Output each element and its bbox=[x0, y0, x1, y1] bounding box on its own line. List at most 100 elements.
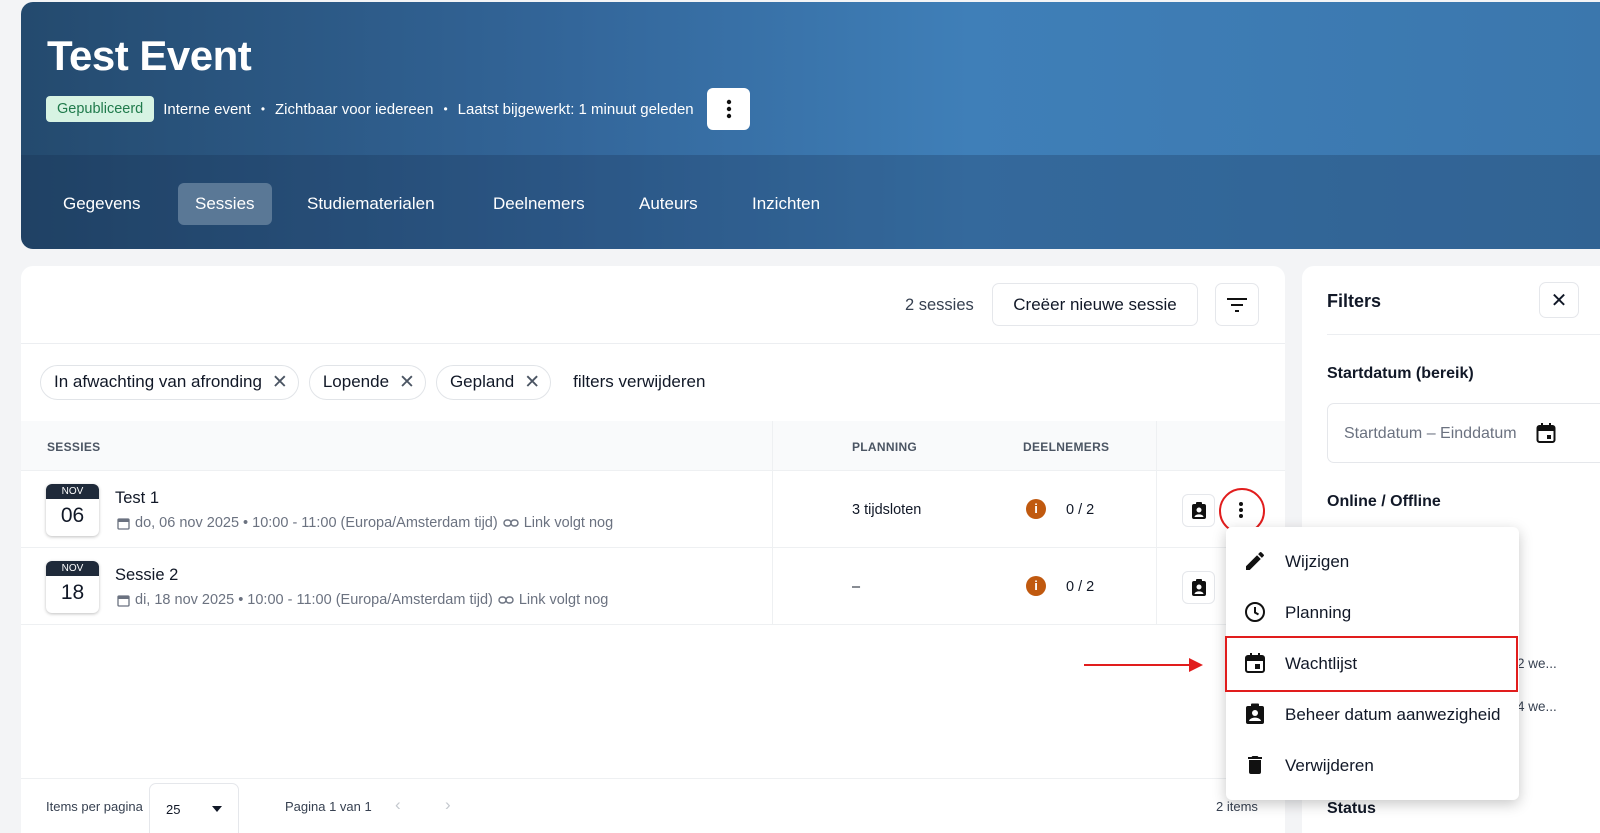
table-header: SESSIES PLANNING DEELNEMERS bbox=[21, 421, 1285, 471]
session-datetime: di, 18 nov 2025 • 10:00 - 11:00 (Europa/… bbox=[135, 592, 493, 608]
chip-label: Gepland bbox=[449, 372, 515, 391]
meta-audience: Zichtbaar voor iedereen bbox=[275, 100, 434, 118]
event-more-button[interactable] bbox=[707, 88, 750, 130]
filter-icon bbox=[1227, 297, 1247, 312]
tab-auteurs[interactable]: Auteurs bbox=[622, 183, 715, 225]
calendar-icon[interactable] bbox=[1536, 422, 1556, 444]
close-icon[interactable]: ✕ bbox=[399, 373, 415, 392]
total-items: 2 items bbox=[1216, 799, 1258, 814]
menu-item-label: Beheer datum aanwezigheid bbox=[1285, 705, 1501, 724]
start-date-label: Startdatum (bereik) bbox=[1327, 365, 1474, 382]
annotation-arrow-head bbox=[1189, 658, 1203, 672]
table-row[interactable]: NOV 18 Sessie 2 di, 18 nov 2025 • 10:00 … bbox=[21, 548, 1285, 625]
chip-scheduled: Gepland ✕ bbox=[435, 364, 552, 400]
close-icon: ✕ bbox=[1550, 289, 1568, 312]
tab-sessies[interactable]: Sessies bbox=[178, 183, 272, 225]
meta-separator: • bbox=[443, 102, 448, 116]
next-page-button[interactable]: › bbox=[445, 795, 451, 815]
header-participants: DEELNEMERS bbox=[1023, 440, 1110, 454]
prev-page-button[interactable]: ‹ bbox=[395, 795, 401, 815]
chip-label: In afwachting van afronding bbox=[54, 372, 262, 391]
sessions-toolbar: 2 sessies Creëer nieuwe sessie bbox=[21, 266, 1285, 344]
table-row[interactable]: NOV 06 Test 1 do, 06 nov 2025 • 10:00 - … bbox=[21, 471, 1285, 548]
session-link: Link volgt nog bbox=[518, 592, 609, 608]
session-datetime: do, 06 nov 2025 • 10:00 - 11:00 (Europa/… bbox=[135, 515, 498, 531]
create-session-button[interactable]: Creëer nieuwe sessie bbox=[992, 283, 1198, 326]
menu-item-manage-attendance[interactable]: Beheer datum aanwezigheid bbox=[1226, 689, 1519, 740]
session-title[interactable]: Sessie 2 bbox=[115, 566, 178, 585]
date-month: NOV bbox=[46, 484, 99, 499]
status-label: Status bbox=[1327, 800, 1376, 817]
attendance-button[interactable] bbox=[1182, 571, 1215, 604]
menu-item-edit[interactable]: Wijzigen bbox=[1226, 536, 1519, 587]
badge-icon bbox=[1246, 703, 1264, 724]
chip-pending-completion: In afwachting van afronding ✕ bbox=[40, 364, 299, 400]
sessions-card: 2 sessies Creëer nieuwe sessie In afwach… bbox=[21, 266, 1285, 833]
session-details: di, 18 nov 2025 • 10:00 - 11:00 (Europa/… bbox=[117, 592, 608, 608]
event-meta: Gepubliceerd Interne event • Zichtbaar v… bbox=[46, 94, 694, 124]
clock-icon bbox=[1245, 602, 1265, 622]
session-planning: 3 tijdsloten bbox=[852, 502, 922, 518]
active-filter-chips: In afwachting van afronding ✕ Lopende ✕ … bbox=[40, 364, 705, 400]
pencil-icon bbox=[1246, 551, 1264, 570]
session-planning: – bbox=[852, 579, 861, 595]
trash-icon bbox=[1248, 756, 1262, 774]
attendance-button[interactable] bbox=[1182, 494, 1215, 527]
header-planning: PLANNING bbox=[852, 440, 918, 454]
items-per-page-select[interactable]: 25 bbox=[149, 783, 239, 833]
page-title: Test Event bbox=[47, 32, 252, 79]
status-badge: Gepubliceerd bbox=[46, 96, 155, 122]
filter-option-snippet: 2 we... bbox=[1517, 656, 1557, 671]
close-filters-button[interactable]: ✕ bbox=[1539, 282, 1579, 318]
session-title[interactable]: Test 1 bbox=[115, 489, 159, 508]
badge-icon bbox=[1191, 578, 1206, 596]
items-per-page-value: 25 bbox=[166, 802, 181, 817]
menu-item-planning[interactable]: Planning bbox=[1226, 587, 1519, 638]
annotation-highlight-box bbox=[1225, 636, 1518, 692]
date-month: NOV bbox=[46, 561, 99, 576]
session-date-tile: NOV 18 bbox=[46, 561, 99, 613]
link-icon bbox=[498, 596, 514, 604]
pagination-bar: Items per pagina 25 Pagina 1 van 1 ‹ › 2… bbox=[21, 778, 1285, 833]
tab-studiematerialen[interactable]: Studiematerialen bbox=[290, 183, 452, 225]
session-details: do, 06 nov 2025 • 10:00 - 11:00 (Europa/… bbox=[117, 515, 613, 531]
divider bbox=[1327, 334, 1600, 335]
chevron-down-icon bbox=[212, 806, 222, 812]
session-participants: 0 / 2 bbox=[1066, 579, 1095, 595]
session-link: Link volgt nog bbox=[523, 515, 614, 531]
date-day: 18 bbox=[60, 581, 85, 604]
event-header: Test Event Gepubliceerd Interne event • … bbox=[21, 2, 1600, 249]
close-icon[interactable]: ✕ bbox=[524, 373, 540, 392]
calendar-icon bbox=[117, 517, 130, 530]
calendar-icon bbox=[117, 594, 130, 607]
menu-item-label: Wijzigen bbox=[1285, 552, 1350, 571]
annotation-arrow bbox=[1084, 664, 1192, 666]
badge-icon bbox=[1191, 501, 1206, 519]
meta-visibility-type: Interne event bbox=[163, 100, 251, 118]
chip-ongoing: Lopende ✕ bbox=[308, 364, 426, 400]
close-icon[interactable]: ✕ bbox=[272, 373, 288, 392]
menu-item-label: Planning bbox=[1285, 603, 1352, 622]
online-offline-label: Online / Offline bbox=[1327, 493, 1441, 510]
meta-last-updated: Laatst bijgewerkt: 1 minuut geleden bbox=[457, 100, 694, 118]
info-icon[interactable]: i bbox=[1026, 576, 1046, 596]
meta-separator: • bbox=[260, 102, 266, 116]
session-count: 2 sessies bbox=[905, 296, 974, 314]
more-vertical-icon bbox=[726, 99, 731, 119]
tab-gegevens[interactable]: Gegevens bbox=[46, 183, 158, 225]
filters-title: Filters bbox=[1327, 291, 1382, 311]
date-range-placeholder: Startdatum – Einddatum bbox=[1344, 425, 1517, 442]
info-icon[interactable]: i bbox=[1026, 499, 1046, 519]
event-header-top: Test Event Gepubliceerd Interne event • … bbox=[21, 2, 1600, 155]
menu-item-label: Verwijderen bbox=[1285, 756, 1374, 775]
session-participants: 0 / 2 bbox=[1066, 502, 1095, 518]
tab-deelnemers[interactable]: Deelnemers bbox=[476, 183, 602, 225]
event-tabs: Gegevens Sessies Studiematerialen Deelne… bbox=[21, 155, 1600, 249]
tab-inzichten[interactable]: Inzichten bbox=[735, 183, 837, 225]
items-per-page-label: Items per pagina bbox=[46, 799, 143, 814]
date-range-input[interactable]: Startdatum – Einddatum bbox=[1327, 403, 1600, 463]
link-icon bbox=[502, 519, 519, 527]
filter-button[interactable] bbox=[1215, 283, 1259, 326]
clear-filters-link[interactable]: filters verwijderen bbox=[573, 372, 705, 392]
menu-item-delete[interactable]: Verwijderen bbox=[1226, 740, 1519, 791]
